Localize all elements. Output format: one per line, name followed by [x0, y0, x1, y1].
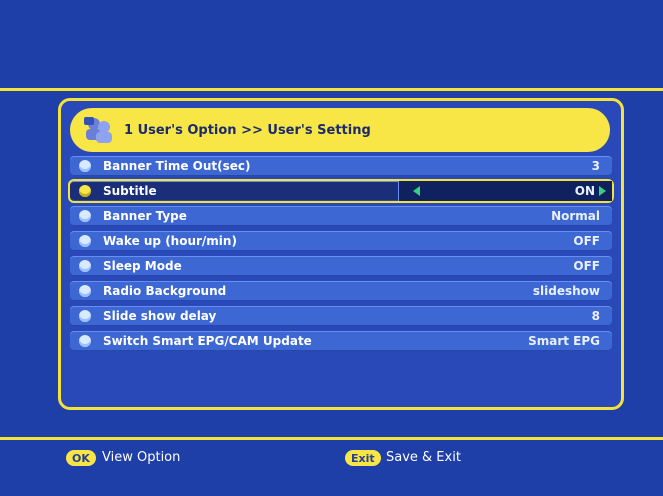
setting-smart-epg[interactable]: Switch Smart EPG/CAM Update Smart EPG: [70, 331, 612, 351]
setting-banner-timeout[interactable]: Banner Time Out(sec) 3: [70, 156, 612, 176]
users-icon: [82, 115, 116, 145]
bullet-icon: [79, 310, 91, 322]
setting-value: slideshow: [532, 284, 600, 298]
bullet-icon: [79, 285, 91, 297]
setting-value: Normal: [551, 209, 600, 223]
setting-value: ON: [574, 184, 595, 198]
setting-label: Radio Background: [103, 284, 227, 298]
setting-banner-type[interactable]: Banner Type Normal: [70, 206, 612, 226]
footer-hints: OK View Option Exit Save & Exit: [0, 448, 663, 474]
ok-key-badge[interactable]: OK: [66, 450, 96, 466]
setting-label: Banner Time Out(sec): [103, 159, 251, 173]
bullet-icon: [79, 260, 91, 272]
bullet-icon: [79, 185, 91, 197]
setting-value: 8: [591, 309, 600, 323]
top-divider: [0, 88, 663, 91]
setting-slide-show-delay[interactable]: Slide show delay 8: [70, 306, 612, 326]
bullet-icon: [79, 235, 91, 247]
setting-value: 3: [591, 159, 600, 173]
menu-title: 1 User's Option >> User's Setting: [124, 122, 371, 138]
setting-value: OFF: [573, 259, 600, 273]
setting-value: Smart EPG: [528, 334, 600, 348]
bullet-icon: [79, 335, 91, 347]
arrow-right-icon[interactable]: [599, 186, 606, 196]
setting-subtitle[interactable]: Subtitle ON: [68, 179, 614, 203]
setting-radio-background[interactable]: Radio Background slideshow: [70, 281, 612, 301]
setting-wake-up[interactable]: Wake up (hour/min) OFF: [70, 231, 612, 251]
exit-key-badge[interactable]: Exit: [345, 450, 381, 466]
bullet-icon: [79, 210, 91, 222]
bottom-divider: [0, 437, 663, 440]
setting-label: Wake up (hour/min): [103, 234, 237, 248]
setting-label: Banner Type: [103, 209, 187, 223]
exit-hint-label: Save & Exit: [386, 450, 461, 465]
bullet-icon: [79, 160, 91, 172]
settings-list: Banner Time Out(sec) 3 Subtitle ON Banne…: [68, 156, 614, 356]
setting-label: Sleep Mode: [103, 259, 182, 273]
menu-header: 1 User's Option >> User's Setting: [70, 108, 610, 152]
setting-label: Switch Smart EPG/CAM Update: [103, 334, 312, 348]
subtitle-value-selector[interactable]: ON: [398, 181, 612, 201]
setting-value: OFF: [573, 234, 600, 248]
setting-sleep-mode[interactable]: Sleep Mode OFF: [70, 256, 612, 276]
ok-hint-label: View Option: [102, 450, 181, 465]
setting-label: Slide show delay: [103, 309, 217, 323]
arrow-left-icon[interactable]: [413, 186, 420, 196]
